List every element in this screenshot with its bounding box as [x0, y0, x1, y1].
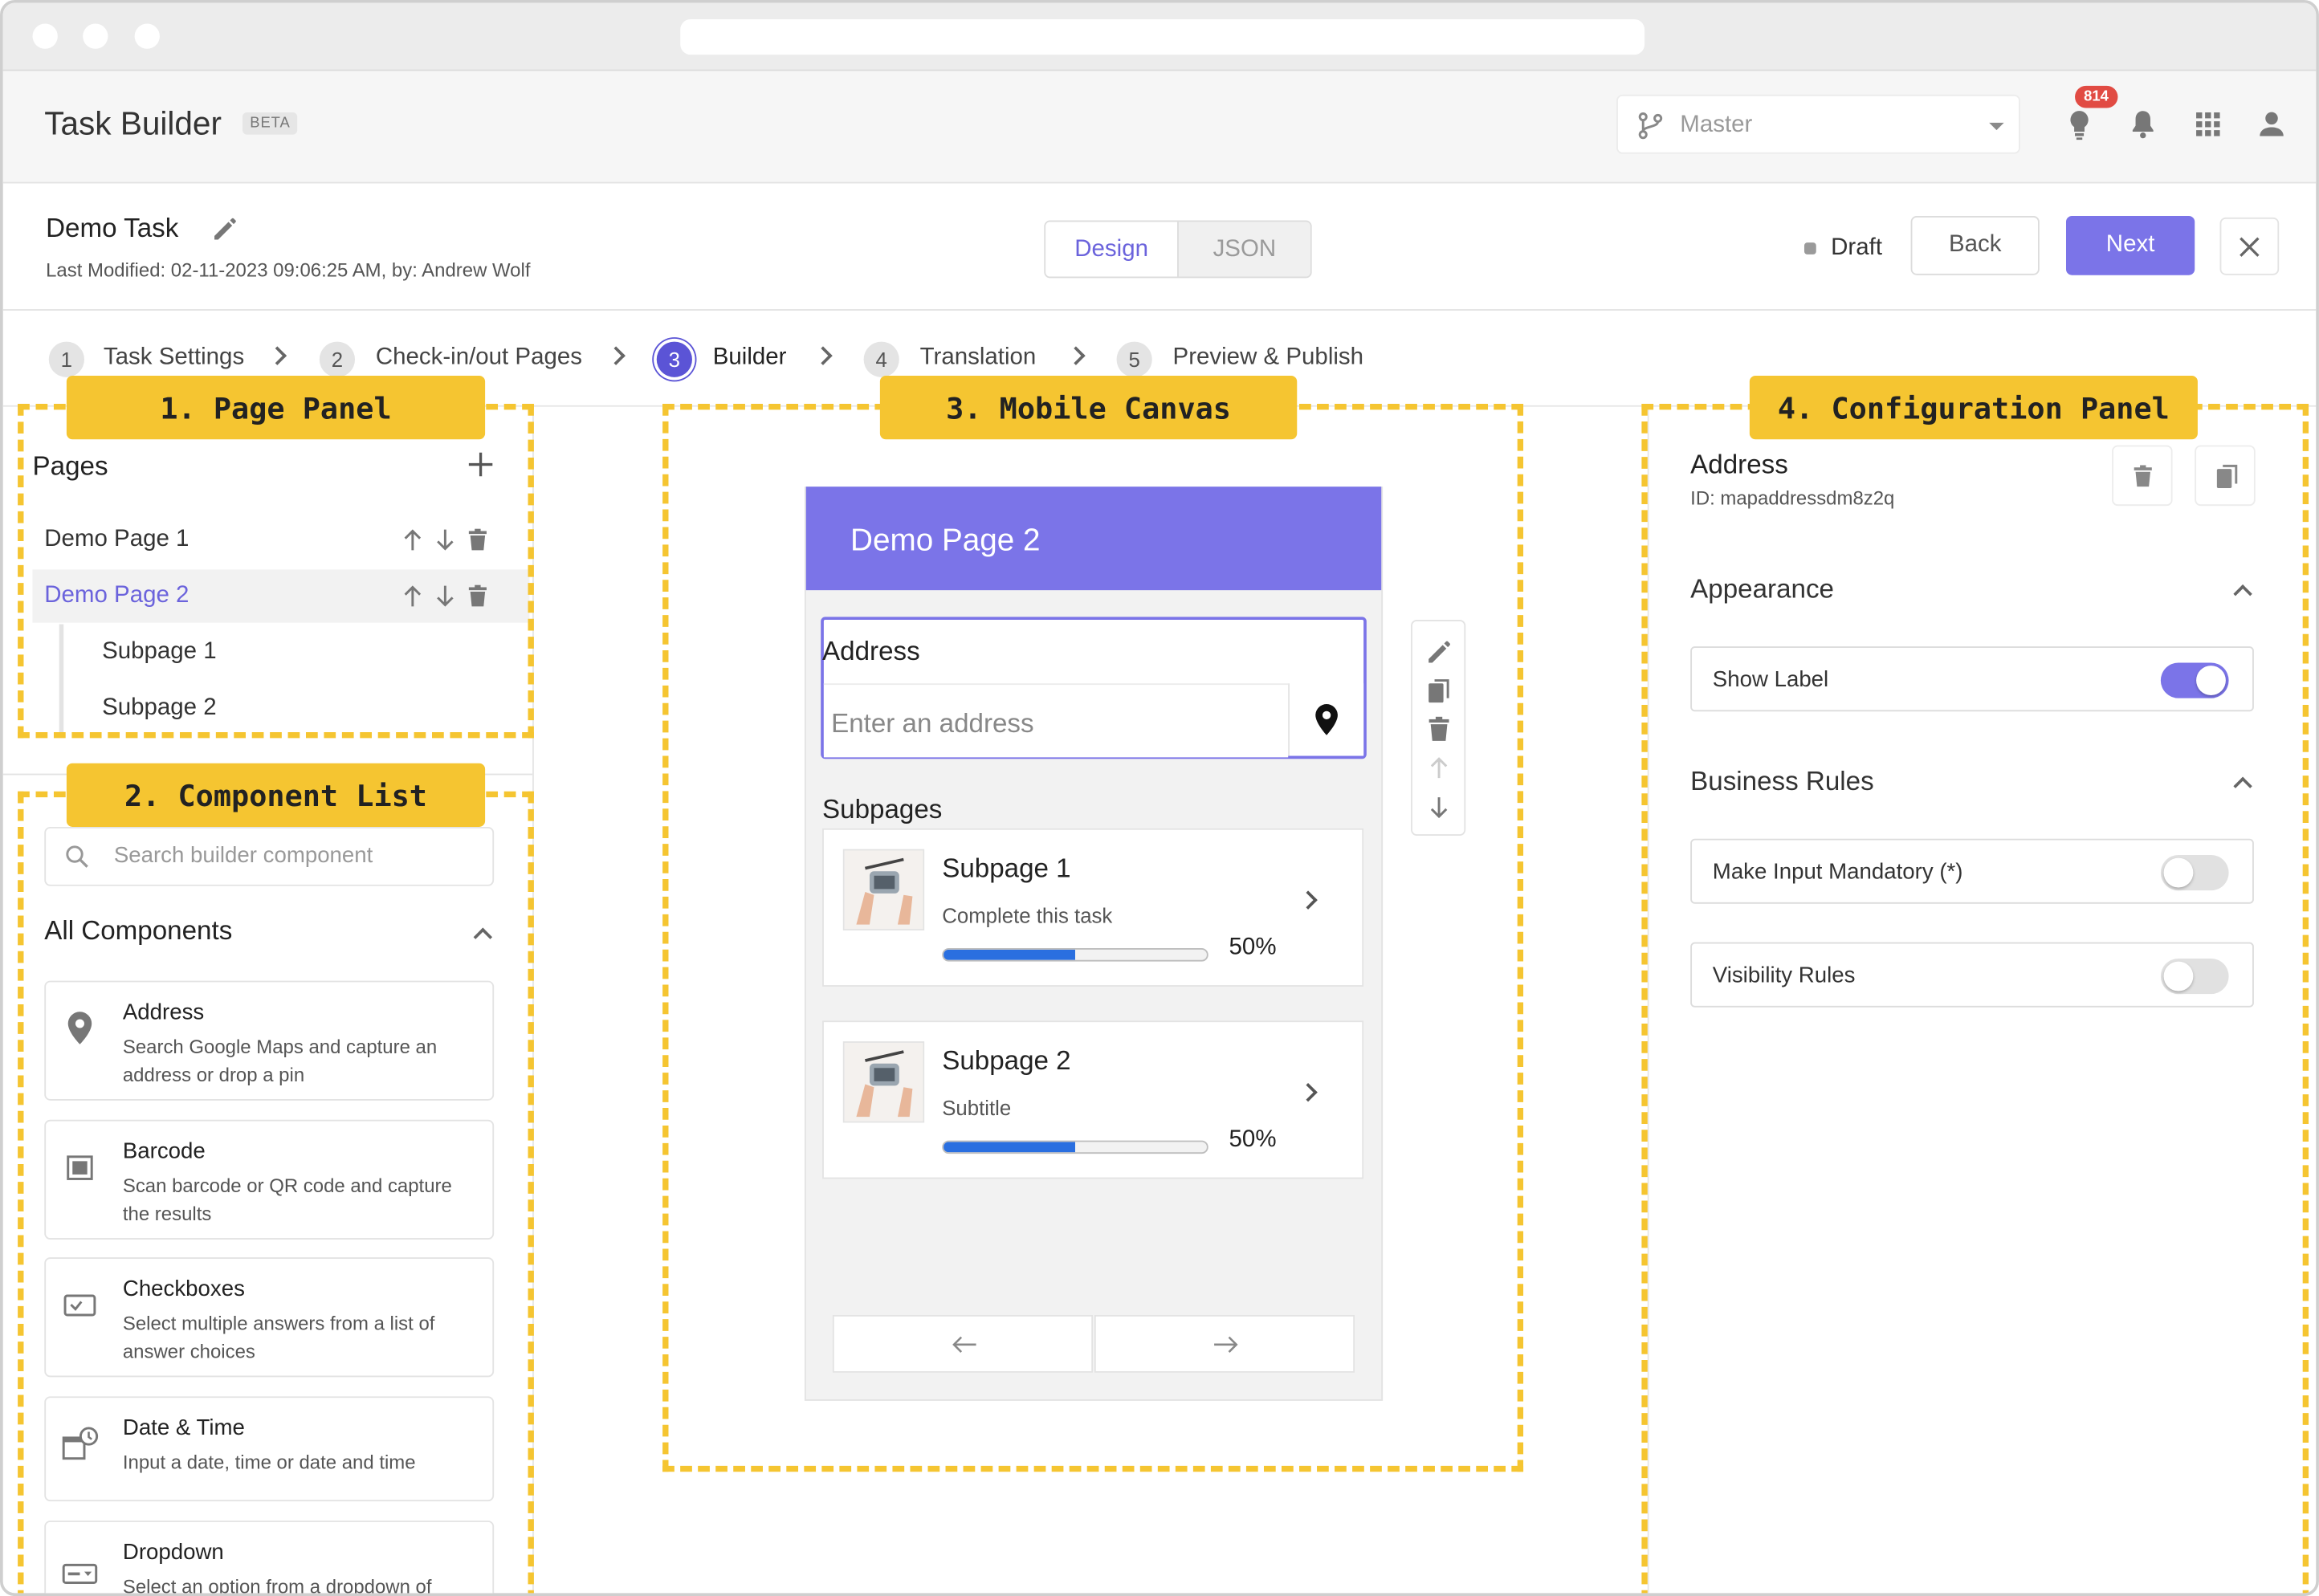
step-5-number[interactable]: 5	[1116, 341, 1152, 377]
next-button[interactable]: Next	[2065, 216, 2195, 275]
status-text: Draft	[1831, 234, 1883, 261]
screen: Task Builder BETA Master 814 Demo Task L…	[0, 0, 2319, 1596]
window-maximize-dot[interactable]	[134, 23, 160, 49]
task-name: Demo Task	[46, 213, 179, 243]
apps-grid-icon[interactable]	[2191, 107, 2226, 142]
branch-label: Master	[1680, 112, 1753, 138]
beta-badge: BETA	[242, 112, 298, 135]
step-4-number[interactable]: 4	[863, 341, 899, 377]
chevron-down-icon	[1989, 122, 2004, 131]
component-list-highlight	[18, 791, 534, 1594]
window-minimize-dot[interactable]	[83, 23, 108, 49]
page-panel-callout: 1. Page Panel	[66, 375, 486, 440]
user-avatar-icon[interactable]	[2254, 107, 2289, 142]
status-dot	[1803, 242, 1816, 254]
step-2-number[interactable]: 2	[319, 341, 356, 377]
step-1-label[interactable]: Task Settings	[104, 344, 244, 371]
url-bar[interactable]	[680, 18, 1645, 55]
back-button[interactable]: Back	[1910, 216, 2040, 275]
mobile-canvas-highlight	[662, 404, 1524, 1472]
config-panel-highlight	[1641, 404, 2309, 1594]
lightbulb-icon[interactable]	[2061, 107, 2097, 142]
last-modified-text: Last Modified: 02-11-2023 09:06:25 AM, b…	[46, 259, 531, 282]
component-list-callout: 2. Component List	[66, 763, 486, 827]
step-2-label[interactable]: Check-in/out Pages	[376, 344, 582, 371]
mobile-canvas-callout: 3. Mobile Canvas	[879, 375, 1298, 440]
design-tab[interactable]: Design	[1045, 222, 1178, 277]
bell-icon[interactable]	[2125, 107, 2161, 142]
json-tab[interactable]: JSON	[1177, 222, 1310, 277]
page-panel-highlight	[18, 404, 534, 739]
step-3-label[interactable]: Builder	[713, 344, 787, 371]
window-close-dot[interactable]	[32, 23, 58, 49]
close-icon	[2240, 237, 2260, 257]
close-button[interactable]	[2219, 217, 2280, 275]
browser-window: Task Builder BETA Master 814 Demo Task L…	[0, 0, 2319, 1596]
edit-pencil-icon[interactable]	[211, 216, 238, 242]
app-title: Task Builder	[44, 104, 222, 142]
branch-icon	[1638, 112, 1663, 140]
branch-select[interactable]: Master	[1616, 94, 2020, 154]
view-toggle: Design JSON	[1044, 220, 1312, 279]
step-4-label[interactable]: Translation	[920, 344, 1037, 371]
step-1-number[interactable]: 1	[48, 341, 84, 377]
notification-count-badge: 814	[2075, 85, 2117, 108]
step-3-number[interactable]: 3	[656, 341, 692, 377]
config-panel-callout: 4. Configuration Panel	[1749, 375, 2198, 440]
browser-chrome	[2, 2, 2317, 71]
step-5-label[interactable]: Preview & Publish	[1173, 344, 1364, 371]
